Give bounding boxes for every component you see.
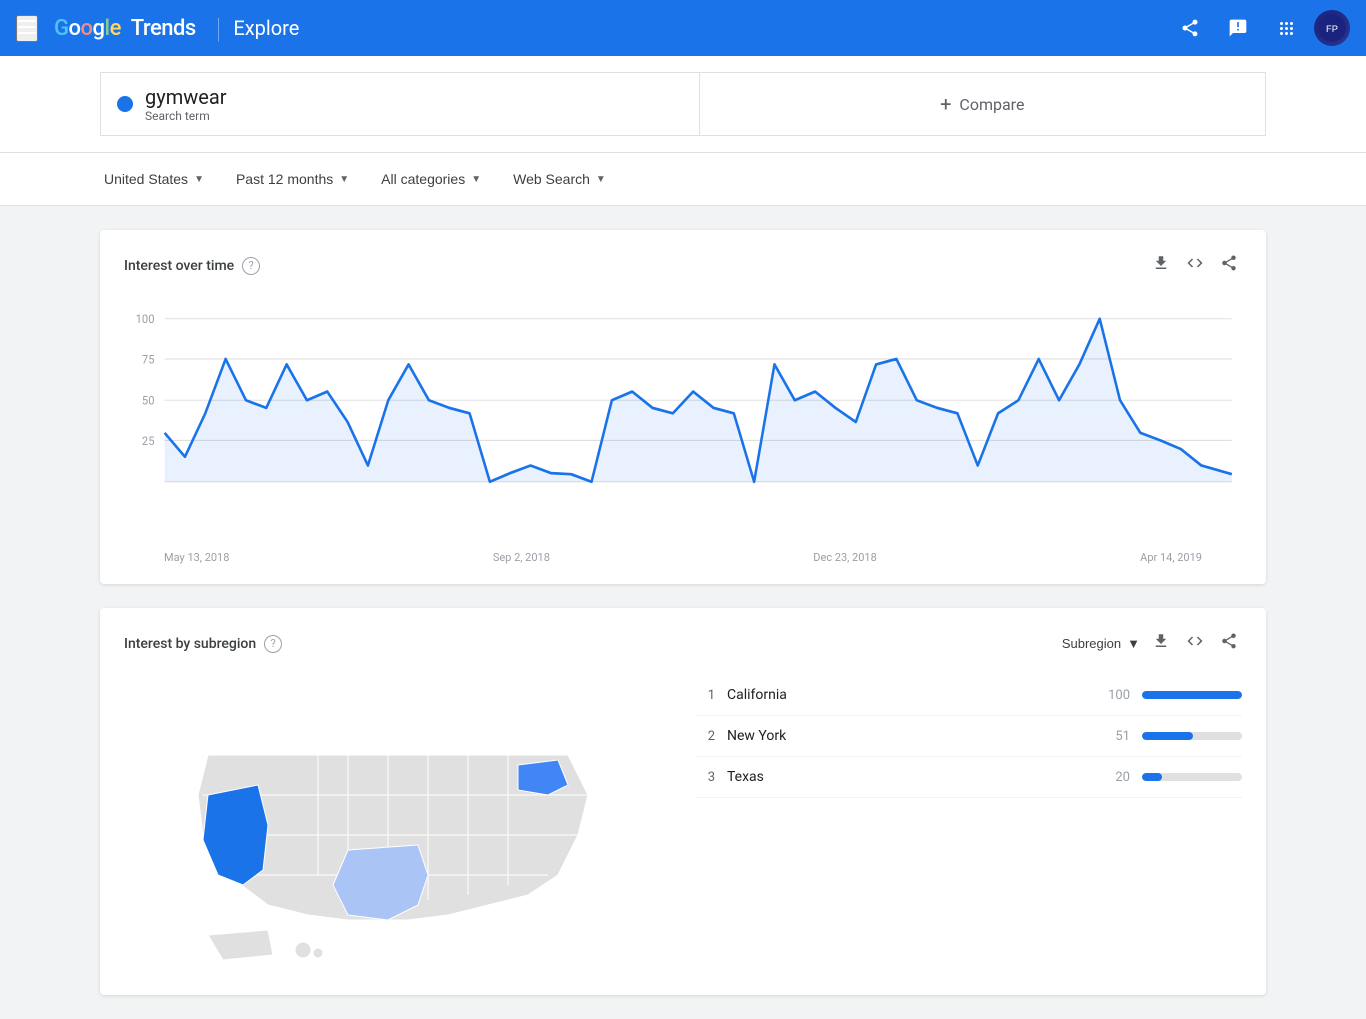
subregion-bar-2 [1142,732,1193,740]
menu-button[interactable] [16,15,38,42]
compare-label: Compare [959,95,1024,114]
map-area [124,675,671,975]
x-label-1: May 13, 2018 [164,551,229,564]
subregion-score-3: 20 [1100,770,1130,785]
region-filter[interactable]: United States ▼ [100,165,208,193]
header-divider: | [216,12,222,45]
search-term-sub: Search term [145,109,227,123]
category-filter[interactable]: All categories ▼ [377,165,485,193]
search-type-filter-label: Web Search [513,171,590,187]
card-actions-time [1148,250,1242,281]
svg-text:75: 75 [142,352,155,366]
card-title-time: Interest over time [124,258,234,274]
help-icon-subregion[interactable]: ? [264,635,282,653]
app-header: Google Trends | Explore FP [0,0,1366,56]
search-term-info: gymwear Search term [145,85,227,123]
interest-over-time-card: Interest over time ? [100,230,1266,584]
subregion-bar-1 [1142,691,1242,699]
category-filter-arrow: ▼ [471,174,481,185]
download-button-subregion[interactable] [1148,628,1174,659]
search-row: gymwear Search term + Compare [100,72,1266,136]
chart-x-labels: May 13, 2018 Sep 2, 2018 Dec 23, 2018 Ap… [124,547,1242,564]
card-header-subregion: Interest by subregion ? Subregion ▼ [124,628,1242,659]
svg-text:50: 50 [142,393,155,407]
subregion-score-2: 51 [1100,729,1130,744]
search-term-dot [117,96,133,112]
share-button-subregion[interactable] [1216,628,1242,659]
help-icon-time[interactable]: ? [242,257,260,275]
search-type-filter-arrow: ▼ [596,174,606,185]
download-button-time[interactable] [1148,250,1174,281]
x-label-3: Dec 23, 2018 [813,551,877,564]
time-filter-arrow: ▼ [339,174,349,185]
svg-text:25: 25 [142,433,155,447]
search-term-text: gymwear [145,85,227,109]
main-content: Interest over time ? [0,206,1366,1019]
subregion-name-2: New York [727,728,1088,744]
subregion-bar-3 [1142,773,1162,781]
card-title-subregion: Interest by subregion [124,636,256,652]
embed-button-time[interactable] [1182,250,1208,281]
subregion-dropdown[interactable]: Subregion ▼ [1062,636,1140,651]
region-filter-label: United States [104,171,188,187]
share-button[interactable] [1170,8,1210,48]
search-term-box[interactable]: gymwear Search term [100,72,699,136]
svg-text:FP: FP [1326,24,1338,34]
app-logo: Google Trends [54,16,196,41]
subregion-rank-2: 2 [695,729,715,744]
search-area: gymwear Search term + Compare [0,56,1366,153]
subregion-dropdown-arrow: ▼ [1127,636,1140,651]
us-map [148,675,648,975]
subregion-score-1: 100 [1100,688,1130,703]
subregion-content: 1 California 100 2 New York 51 3 [124,675,1242,975]
time-filter-label: Past 12 months [236,171,333,187]
subregion-bar-container-2 [1142,732,1242,740]
search-type-filter[interactable]: Web Search ▼ [509,165,610,193]
time-filter[interactable]: Past 12 months ▼ [232,165,353,193]
feedback-button[interactable] [1218,8,1258,48]
list-item: 1 California 100 [695,675,1242,716]
x-label-4: Apr 14, 2019 [1140,551,1202,564]
apps-button[interactable] [1266,8,1306,48]
embed-button-subregion[interactable] [1182,628,1208,659]
explore-label: Explore [233,16,299,40]
avatar-image: FP [1314,10,1350,46]
subregion-rank-3: 3 [695,770,715,785]
x-label-2: Sep 2, 2018 [493,551,550,564]
compare-box[interactable]: + Compare [699,72,1267,136]
subregion-dropdown-label: Subregion [1062,636,1121,651]
list-item: 2 New York 51 [695,716,1242,757]
subregion-rank-1: 1 [695,688,715,703]
card-actions-subregion: Subregion ▼ [1062,628,1242,659]
card-title-area-time: Interest over time ? [124,257,260,275]
share-button-time[interactable] [1216,250,1242,281]
subregion-name-3: Texas [727,769,1088,785]
interest-by-subregion-card: Interest by subregion ? Subregion ▼ [100,608,1266,995]
subregion-list: 1 California 100 2 New York 51 3 [695,675,1242,975]
compare-plus-icon: + [940,92,951,116]
chart-container: 100 75 50 25 [124,297,1242,547]
subregion-name-1: California [727,687,1088,703]
header-actions: FP [1170,8,1350,48]
filters-bar: United States ▼ Past 12 months ▼ All cat… [0,153,1366,206]
subregion-bar-container-1 [1142,691,1242,699]
subregion-bar-container-3 [1142,773,1242,781]
chart-svg: 100 75 50 25 [124,297,1242,547]
card-header-time: Interest over time ? [124,250,1242,281]
svg-text:100: 100 [136,312,155,326]
card-title-area-subregion: Interest by subregion ? [124,635,282,653]
category-filter-label: All categories [381,171,465,187]
list-item: 3 Texas 20 [695,757,1242,798]
region-filter-arrow: ▼ [194,174,204,185]
avatar[interactable]: FP [1314,10,1350,46]
